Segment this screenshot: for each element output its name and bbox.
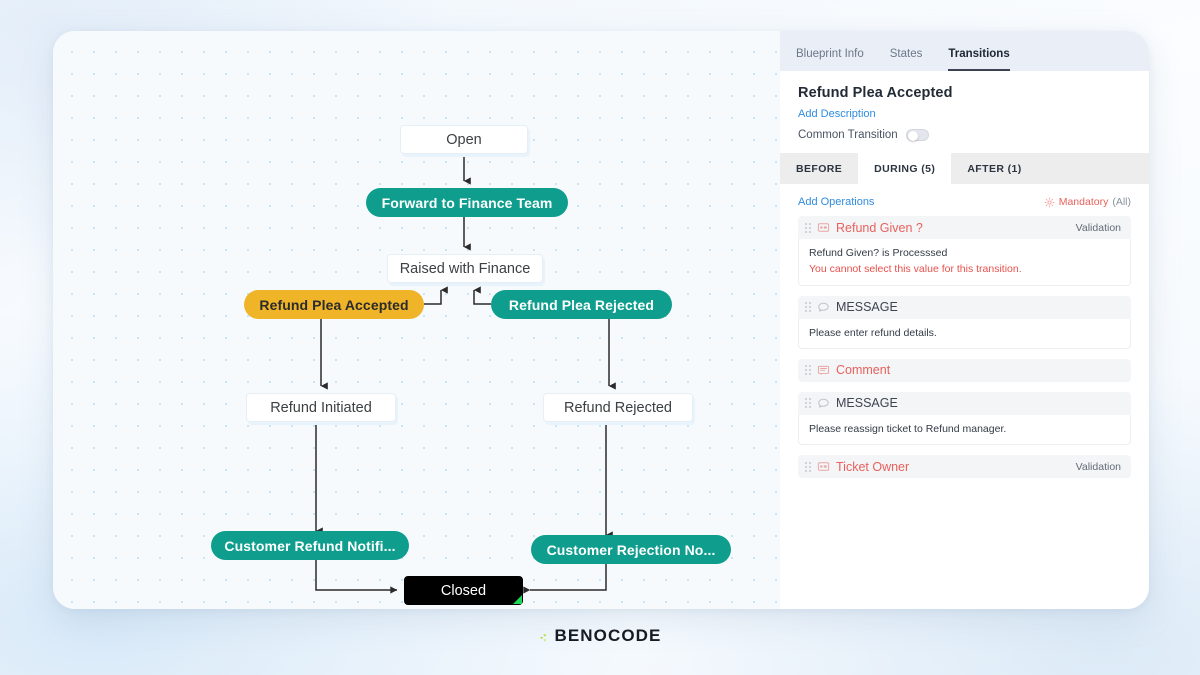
flow-node-closed[interactable]: Closed (404, 576, 523, 605)
flow-node-refund-plea-accepted[interactable]: Refund Plea Accepted (244, 290, 424, 319)
common-transition-label: Common Transition (798, 129, 898, 141)
flow-connectors (315, 154, 616, 594)
comment-icon (817, 365, 830, 375)
operation-kind: Validation (1075, 460, 1121, 473)
operation-kind: Validation (1075, 221, 1121, 234)
flow-node-label: Refund Rejected (563, 399, 672, 416)
operation-label: Ticket Owner (836, 459, 910, 474)
operation-body: Refund Given? is Processsed You cannot s… (798, 239, 1131, 286)
stage-tab-label: BEFORE (796, 162, 843, 175)
flow-canvas[interactable]: Open Forward to Finance Team Raised with… (53, 31, 780, 609)
add-description-link[interactable]: Add Description (798, 108, 1131, 120)
flow-node-label: Customer Refund Notifi... (224, 537, 396, 554)
operation-header[interactable]: MESSAGE (798, 295, 1131, 319)
message-icon (818, 398, 829, 408)
flow-node-customer-rejection-notification[interactable]: Customer Rejection No... (531, 535, 731, 564)
footer-brand: BENOCODE (0, 626, 1200, 646)
tab-label: Blueprint Info (796, 48, 864, 60)
gear-icon (1044, 197, 1054, 207)
stage-tab-after[interactable]: AFTER (1) (951, 153, 1037, 184)
add-operations-link[interactable]: Add Operations (798, 196, 874, 208)
operation-label: MESSAGE (836, 300, 898, 315)
flow-node-label: Refund Initiated (270, 399, 372, 416)
operation-row[interactable]: MESSAGE Please reassign ticket to Refund… (798, 391, 1131, 446)
operation-header[interactable]: MESSAGE (798, 391, 1131, 415)
drag-handle-icon[interactable] (805, 461, 811, 472)
flow-node-open[interactable]: Open (400, 125, 528, 154)
mandatory-scope: (All) (1112, 196, 1131, 208)
drag-handle-icon[interactable] (805, 398, 811, 409)
app-card: Open Forward to Finance Team Raised with… (53, 31, 1149, 609)
operation-header[interactable]: Comment (798, 358, 1131, 382)
benocode-logo-icon (540, 634, 547, 642)
flow-node-label: Raised with Finance (399, 260, 531, 277)
tab-label: States (889, 48, 923, 60)
flow-node-label: Forward to Finance Team (381, 194, 553, 211)
flow-node-raised-with-finance[interactable]: Raised with Finance (387, 254, 543, 283)
message-icon (818, 302, 829, 312)
panel-header: Refund Plea Accepted Add Description Com… (780, 71, 1149, 141)
flow-node-customer-refund-notification[interactable]: Customer Refund Notifi... (211, 531, 409, 560)
operation-row[interactable]: Ticket Owner Validation (798, 455, 1131, 479)
stage-tab-before[interactable]: BEFORE (780, 153, 858, 184)
operation-header[interactable]: Refund Given ? Validation (798, 216, 1131, 239)
flow-node-label: Closed (440, 582, 487, 599)
transition-title: Refund Plea Accepted (798, 85, 953, 101)
operation-row[interactable]: MESSAGE Please enter refund details. (798, 295, 1131, 349)
operation-label: Refund Given ? (836, 220, 923, 235)
flow-node-label: Refund Plea Rejected (508, 296, 655, 313)
stage-tab-during[interactable]: DURING (5) (858, 153, 952, 184)
stage-tab-label: AFTER (1) (967, 162, 1022, 175)
flow-node-label: Open (446, 131, 482, 148)
flow-node-refund-rejected[interactable]: Refund Rejected (543, 393, 693, 422)
transition-properties-panel: Blueprint Info States Transitions Refund… (780, 31, 1149, 609)
operations-header: Add Operations Mandatory (All) (780, 184, 1149, 216)
operation-row[interactable]: Refund Given ? Validation Refund Given? … (798, 216, 1131, 286)
mandatory-filter[interactable]: Mandatory (All) (1044, 196, 1131, 208)
operation-message-text: Please enter refund details. (809, 326, 937, 339)
stage-tab-label: DURING (5) (874, 162, 936, 175)
tab-states[interactable]: States (890, 48, 923, 71)
closed-state-corner-marker (513, 595, 522, 604)
operation-message-text: Please reassign ticket to Refund manager… (809, 422, 1007, 435)
flow-node-refund-initiated[interactable]: Refund Initiated (246, 393, 396, 422)
flow-node-label: Refund Plea Accepted (259, 296, 409, 313)
operations-list: Refund Given ? Validation Refund Given? … (780, 216, 1149, 488)
field-icon (817, 223, 830, 232)
operation-label: MESSAGE (836, 396, 898, 411)
common-transition-toggle[interactable] (905, 129, 929, 141)
tab-blueprint-info[interactable]: Blueprint Info (796, 48, 864, 71)
flow-diagram: Open Forward to Finance Team Raised with… (53, 31, 780, 609)
toggle-knob (907, 130, 918, 141)
drag-handle-icon[interactable] (805, 302, 811, 313)
operation-body: Please reassign ticket to Refund manager… (798, 414, 1131, 446)
drag-handle-icon[interactable] (805, 365, 811, 376)
mandatory-label: Mandatory (1058, 196, 1109, 208)
tab-transitions[interactable]: Transitions (948, 48, 1010, 71)
operation-condition: Refund Given? is Processsed (809, 247, 948, 259)
operation-row[interactable]: Comment (798, 358, 1131, 382)
operation-header[interactable]: Ticket Owner Validation (798, 455, 1131, 479)
flow-node-forward-to-finance-team[interactable]: Forward to Finance Team (366, 188, 568, 217)
tab-label: Transitions (948, 48, 1010, 60)
common-transition-row: Common Transition (798, 129, 1131, 141)
stage-tab-bar: BEFORE DURING (5) AFTER (1) (780, 153, 1149, 184)
operation-label: Comment (836, 363, 891, 378)
operation-body: Please enter refund details. (798, 318, 1131, 349)
brand-name: BENOCODE (554, 626, 662, 645)
drag-handle-icon[interactable] (805, 222, 811, 233)
flow-node-label: Customer Rejection No... (546, 541, 716, 558)
flow-node-refund-plea-rejected[interactable]: Refund Plea Rejected (491, 290, 672, 319)
panel-tab-bar: Blueprint Info States Transitions (780, 31, 1149, 71)
operation-error-message: You cannot select this value for this tr… (809, 263, 1022, 276)
field-icon (817, 462, 830, 471)
